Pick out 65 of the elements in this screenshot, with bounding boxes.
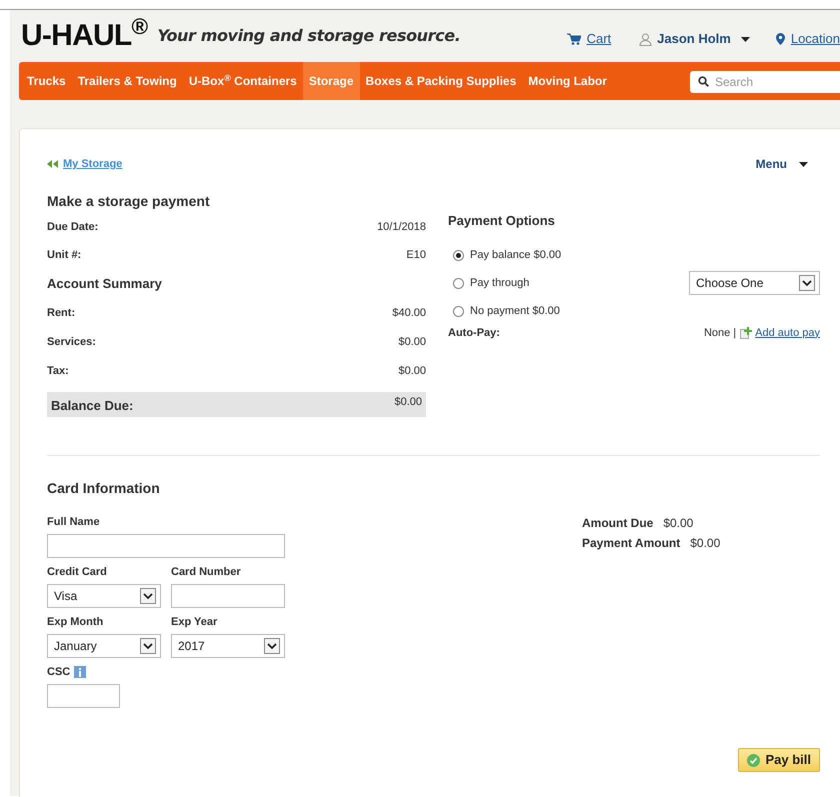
field-label: Full Name [47,514,100,530]
radio-button[interactable] [453,278,464,288]
info-icon[interactable] [74,666,86,678]
radio-label: No payment $0.00 [470,304,560,319]
summary-label: Services: [47,335,96,350]
location-link[interactable]: Location [790,29,840,49]
field-label: CSC [47,664,70,680]
field-label: Exp Year [171,614,218,630]
summary-label: Tax: [47,364,69,380]
add-auto-pay-link[interactable]: Add auto pay [755,324,820,342]
nav-tab[interactable]: U-Box$^{®}$ Containers [182,62,303,100]
select-field[interactable]: January [47,634,161,658]
section-title: Card Information [47,479,161,498]
radio-button[interactable] [453,306,464,316]
radio-label: Pay through [470,276,530,291]
detail-value: E10 [406,248,426,263]
auto-pay-value: None | [704,326,736,341]
detail-label: Due Date: [47,220,98,235]
field-label: Exp Month [47,614,104,630]
summary-value: $0.00 [398,335,426,350]
field-label: Credit Card [47,564,107,580]
total-label: Payment Amount [582,535,680,552]
summary-value: $40.00 [392,306,426,322]
text-field[interactable] [47,684,120,708]
check-icon [747,754,760,766]
section-title: Payment Options [448,212,556,230]
radio-button[interactable] [453,250,464,260]
select-field[interactable]: 2017 [171,634,285,658]
caret-icon [799,162,808,166]
search-icon [698,76,709,87]
add-icon [740,327,752,339]
map-pin-icon [776,33,785,45]
user-menu[interactable]: Jason Holm [657,29,750,49]
cart-link[interactable]: Cart [586,29,612,49]
cart-icon [566,33,581,45]
balance-label: Balance Due: [51,396,134,414]
user-icon [639,32,652,46]
select-field[interactable]: Choose One [689,271,820,295]
my-storage-link[interactable]: My Storage [63,156,122,172]
select-field[interactable]: Visa [47,584,161,608]
detail-value: 10/1/2018 [377,220,426,235]
summary-value: $0.00 [398,364,426,380]
nav-tab[interactable]: Trailers & Towing [72,62,183,100]
nav-tab[interactable]: Trucks [21,62,72,100]
total-value: $0.00 [690,535,720,552]
total-value: $0.00 [663,515,694,532]
nav-tab[interactable]: Moving Labor [522,62,613,100]
pay-bill-button[interactable]: Pay bill [738,748,820,772]
section-title: Account Summary [47,275,163,294]
caret-icon [740,36,750,42]
auto-pay-label: Auto-Pay: [448,326,500,341]
balance-value: $0.00 [394,395,422,410]
page-title: Make a storage payment [47,192,211,211]
summary-label: Rent: [47,306,76,322]
total-label: Amount Due [582,515,654,532]
search-field[interactable]: Search [690,71,840,93]
field-label: Card Number [171,564,241,580]
text-field[interactable] [171,584,285,608]
text-field[interactable] [47,534,285,558]
nav-tab[interactable]: Boxes & Packing Supplies [360,62,522,100]
radio-label: Pay balance $0.00 [470,248,562,263]
menu-dropdown[interactable]: Menu [756,155,808,173]
detail-label: Unit #: [47,248,82,263]
tagline: Your moving and storage resource. [157,25,460,47]
double-arrow-icon [47,160,59,168]
